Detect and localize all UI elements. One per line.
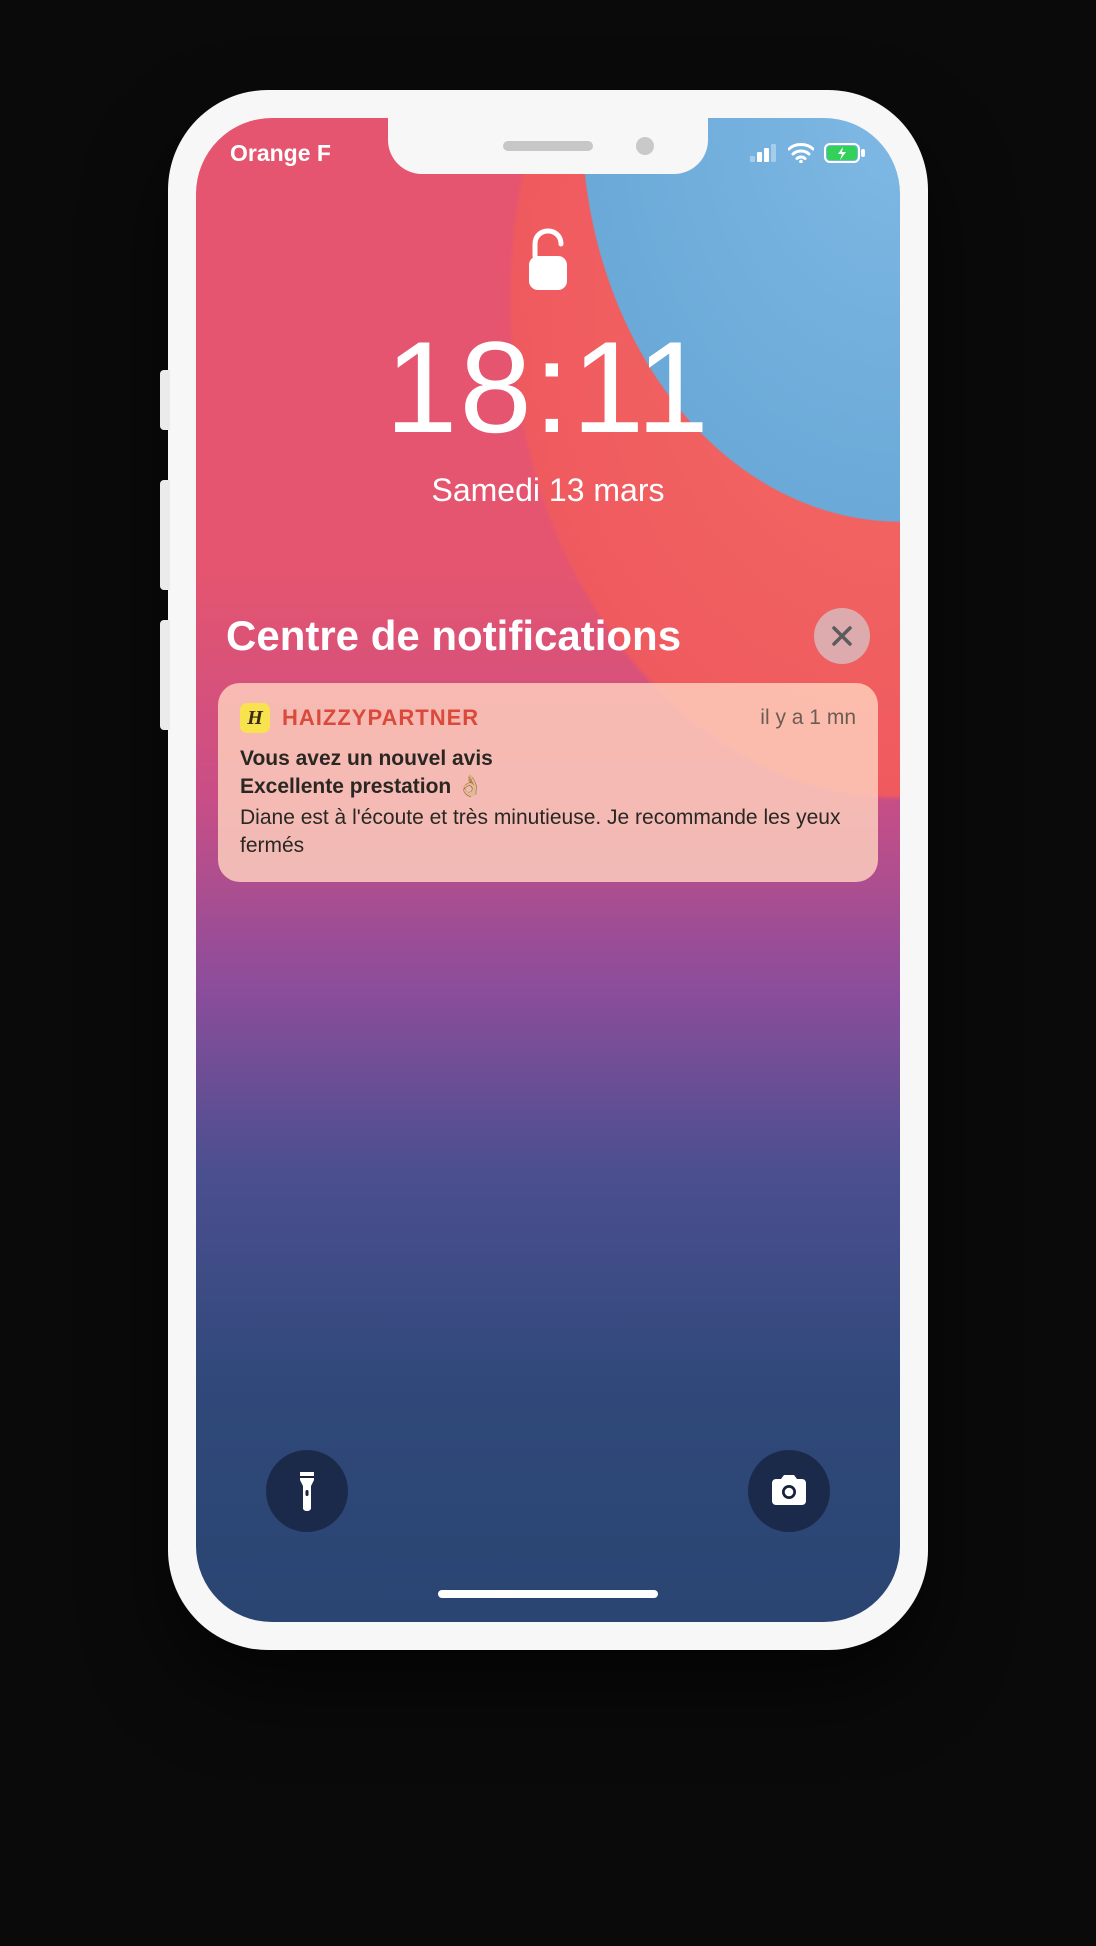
lock-clock-area: 18:11 Samedi 13 mars [196, 228, 900, 509]
status-right [750, 143, 866, 163]
signal-icon [750, 144, 778, 162]
unlocked-icon [523, 228, 573, 294]
volume-up-button [160, 480, 170, 590]
clock-date: Samedi 13 mars [196, 472, 900, 509]
lockscreen-shortcuts [266, 1450, 830, 1532]
battery-charging-icon [824, 143, 866, 163]
close-icon [829, 623, 855, 649]
notification-text: Diane est à l'écoute et très minutieuse.… [240, 804, 856, 861]
carrier-label: Orange F [230, 140, 331, 167]
home-indicator[interactable] [438, 1590, 658, 1598]
notification-center-header: Centre de notifications [226, 608, 870, 664]
notification-subtitle: Excellente prestation 👌🏼 [240, 773, 856, 801]
notification-card[interactable]: H HAIZZYPARTNER il y a 1 mn Vous avez un… [218, 683, 878, 882]
close-notification-center-button[interactable] [814, 608, 870, 664]
mute-switch [160, 370, 170, 430]
camera-button[interactable] [748, 1450, 830, 1532]
flashlight-icon [293, 1470, 321, 1512]
notification-header: H HAIZZYPARTNER il y a 1 mn [240, 703, 856, 733]
flashlight-button[interactable] [266, 1450, 348, 1532]
phone-frame: Orange F [168, 90, 928, 1650]
notification-app-icon: H [240, 703, 270, 733]
clock-time: 18:11 [196, 322, 900, 452]
notification-center-title: Centre de notifications [226, 612, 681, 660]
notification-time: il y a 1 mn [760, 706, 856, 730]
front-camera [636, 137, 654, 155]
camera-icon [768, 1474, 810, 1508]
volume-down-button [160, 620, 170, 730]
notification-app-name: HAIZZYPARTNER [282, 705, 479, 731]
notification-body: Vous avez un nouvel avis Excellente pres… [240, 745, 856, 860]
notch [388, 118, 708, 174]
speaker [503, 141, 593, 151]
screen[interactable]: Orange F [196, 118, 900, 1622]
notification-title: Vous avez un nouvel avis [240, 745, 856, 773]
wifi-icon [788, 143, 814, 163]
